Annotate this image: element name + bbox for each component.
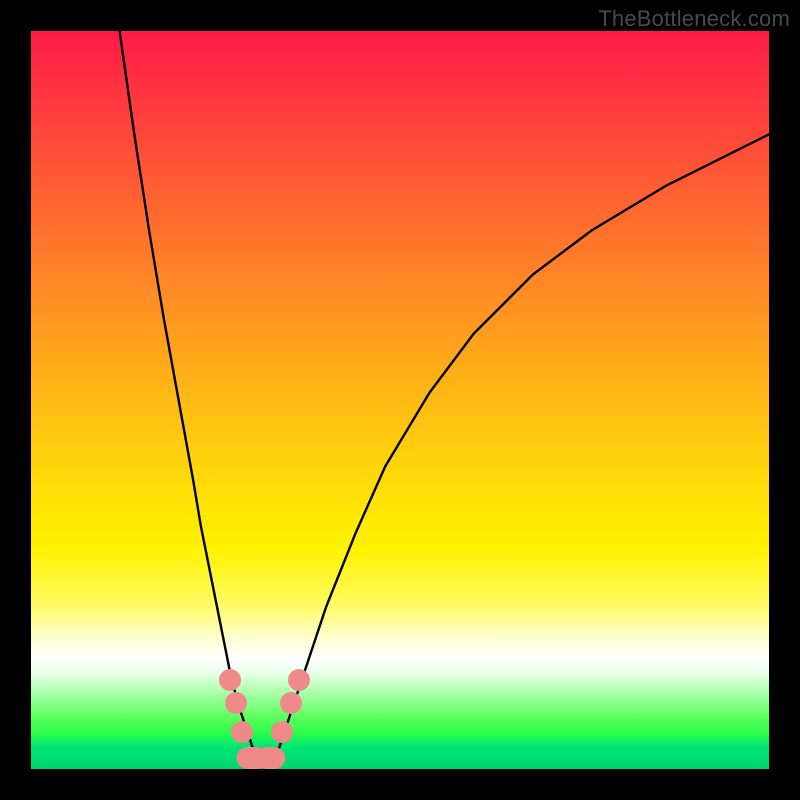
bottleneck-curve <box>31 31 769 769</box>
watermark-text: TheBottleneck.com <box>598 6 790 32</box>
